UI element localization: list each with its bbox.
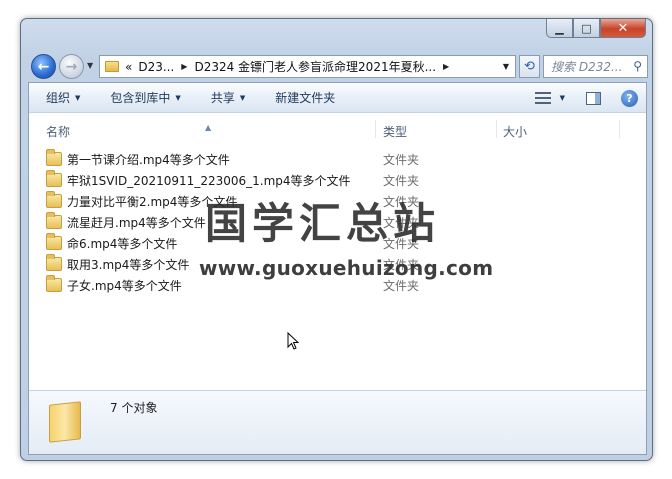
back-button[interactable]: ←: [31, 54, 56, 79]
column-size[interactable]: 大小: [503, 123, 527, 140]
history-dropdown-icon[interactable]: ▼: [87, 61, 93, 70]
chevron-down-icon: ▼: [175, 93, 181, 102]
refresh-button[interactable]: ⟲: [519, 55, 540, 78]
toolbar-right: ▼ ?: [534, 83, 646, 113]
file-name: 流星赶月.mp4等多个文件: [67, 216, 206, 230]
column-divider[interactable]: [496, 120, 497, 138]
breadcrumb-separator-icon[interactable]: ▶: [443, 62, 449, 71]
details-pane: 7 个对象: [29, 390, 646, 454]
file-name: 取用3.mp4等多个文件: [67, 258, 190, 272]
navigation-bar: ← → ▼ « D23... ▶ D2324 金镖门老人参盲派命理2021年夏秋…: [29, 53, 649, 81]
breadcrumb-separator-icon[interactable]: ▶: [181, 62, 187, 71]
view-options-icon[interactable]: [534, 92, 551, 104]
maximize-button[interactable]: □: [573, 19, 600, 38]
breadcrumb-overflow[interactable]: «: [125, 60, 132, 74]
column-divider[interactable]: [375, 120, 376, 138]
chevron-down-icon: ▼: [239, 93, 246, 102]
folder-icon: [46, 233, 62, 250]
file-name: 命6.mp4等多个文件: [67, 237, 178, 251]
file-name: 第一节课介绍.mp4等多个文件: [67, 153, 230, 167]
forward-button[interactable]: →: [59, 54, 84, 79]
breadcrumb-item-current[interactable]: D2324 金镖门老人参盲派命理2021年夏秋...: [194, 58, 436, 75]
breadcrumb-item-parent[interactable]: D23...: [138, 60, 174, 74]
refresh-icon: ⟲: [524, 59, 535, 74]
view-dropdown-icon[interactable]: ▼: [560, 94, 565, 102]
sort-ascending-icon: ▲: [205, 123, 212, 132]
close-button[interactable]: ✕: [600, 19, 646, 38]
folder-icon: [46, 170, 62, 187]
chevron-down-icon: ▼: [75, 93, 81, 102]
folder-icon: [105, 61, 119, 72]
folder-icon: [46, 191, 62, 208]
column-type[interactable]: 类型: [383, 123, 407, 140]
file-type: 文件夹: [383, 153, 420, 167]
item-count: 7 个对象: [110, 401, 158, 415]
folder-icon: [46, 149, 62, 166]
column-divider[interactable]: [619, 120, 620, 138]
minimize-button[interactable]: ▁: [546, 19, 573, 38]
organize-button[interactable]: 组织 ▼: [46, 89, 80, 106]
folder-icon: [46, 212, 62, 229]
column-name[interactable]: 名称: [46, 123, 70, 140]
preview-pane-icon[interactable]: [586, 91, 601, 105]
forward-arrow-icon: →: [65, 58, 78, 75]
file-name: 子女.mp4等多个文件: [67, 279, 182, 293]
file-type: 文件夹: [383, 174, 420, 188]
search-icon[interactable]: ⚲: [633, 59, 642, 73]
mouse-cursor-icon: [287, 332, 299, 350]
address-dropdown-icon[interactable]: ▼: [503, 62, 509, 71]
search-input[interactable]: 搜索 D232... ⚲: [543, 55, 648, 78]
back-arrow-icon: ←: [37, 58, 50, 75]
file-name: 牢狱1SVID_20210911_223006_1.mp4等多个文件: [67, 174, 351, 188]
search-placeholder: 搜索 D232...: [551, 60, 623, 74]
new-folder-label: 新建文件夹: [275, 91, 336, 105]
watermark-url: www.guoxuehuizong.com: [199, 256, 494, 280]
include-in-library-label: 包含到库中: [110, 91, 171, 105]
watermark-title: 国学汇总站: [205, 199, 441, 248]
folder-icon: [46, 254, 62, 271]
address-bar[interactable]: « D23... ▶ D2324 金镖门老人参盲派命理2021年夏秋... ▶ …: [99, 55, 516, 78]
include-in-library-button[interactable]: 包含到库中 ▼: [110, 89, 180, 106]
window-controls: ▁ □ ✕: [546, 19, 646, 38]
command-bar: 组织 ▼ 包含到库中 ▼ 共享 ▼ 新建文件夹 ▼ ?: [29, 83, 646, 113]
share-label: 共享: [210, 91, 235, 105]
list-item[interactable]: 第一节课介绍.mp4等多个文件 文件夹: [29, 149, 646, 170]
large-folder-icon: [49, 401, 81, 443]
list-item[interactable]: 牢狱1SVID_20210911_223006_1.mp4等多个文件 文件夹: [29, 170, 646, 191]
new-folder-button[interactable]: 新建文件夹: [275, 89, 335, 106]
help-icon[interactable]: ?: [621, 89, 638, 107]
share-button[interactable]: 共享 ▼: [211, 89, 245, 106]
column-header: ▲ 名称 类型 大小: [29, 118, 646, 140]
organize-label: 组织: [46, 91, 71, 105]
folder-icon: [46, 275, 62, 292]
